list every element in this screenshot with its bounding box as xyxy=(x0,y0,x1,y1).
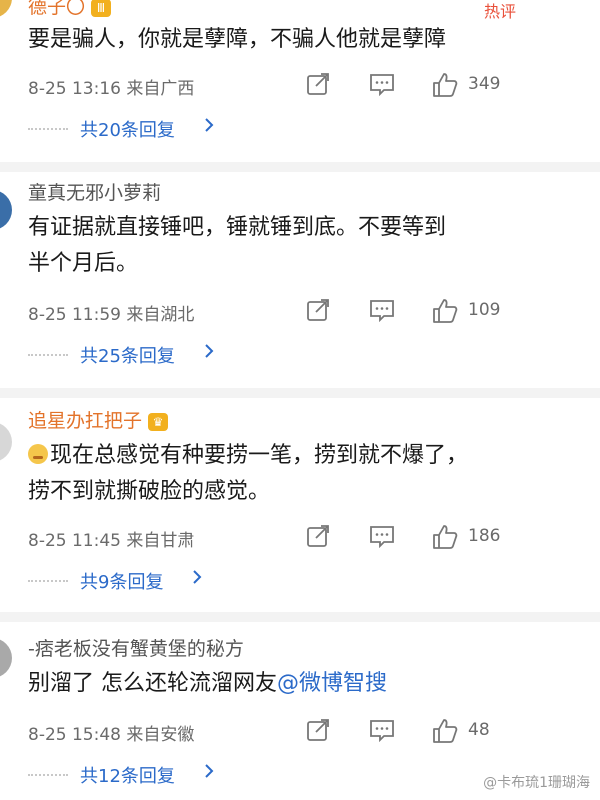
view-replies-link[interactable]: 共12条回复 xyxy=(80,762,175,788)
hot-comment-badge: 热评 xyxy=(483,2,516,21)
avatar[interactable] xyxy=(0,190,12,230)
like-count: 186 xyxy=(468,526,501,546)
replies-row: 共12条回复 xyxy=(28,762,328,790)
comment-text: 现在总感觉有种要捞一笔，捞到就不爆了， 捞不到就撕破脸的感觉。 xyxy=(28,438,528,510)
username[interactable]: 德子〇 Ⅲ xyxy=(28,0,112,19)
comment-icon[interactable] xyxy=(369,718,395,742)
share-icon[interactable] xyxy=(306,524,330,548)
comment-line: 有证据就直接锤吧，锤就锤到底。不要等到 xyxy=(28,215,447,240)
comment-line: 现在总感觉有种要捞一笔，捞到就不爆了， xyxy=(28,438,528,474)
vip-badge-icon: Ⅲ xyxy=(91,0,112,17)
comment-line: 捞不到就撕破脸的感觉。 xyxy=(28,479,271,504)
comment-line: 半个月后。 xyxy=(28,251,139,276)
like-count: 109 xyxy=(468,300,501,320)
replies-row: 共25条回复 xyxy=(28,342,328,370)
username[interactable]: 童真无邪小萝莉 xyxy=(28,178,161,205)
timestamp: 8-25 13:16 来自广西 xyxy=(28,79,195,99)
like-icon[interactable] xyxy=(432,524,458,550)
comment-line: 要是骗人，你就是孽障，不骗人他就是孽障 xyxy=(28,27,447,52)
avatar[interactable] xyxy=(0,0,12,18)
comment-meta: 8-25 13:16 来自广西 349 xyxy=(28,70,548,100)
divider-dots xyxy=(28,774,68,776)
avatar[interactable] xyxy=(0,638,12,678)
timestamp: 8-25 11:59 来自湖北 xyxy=(28,305,195,325)
mention-link[interactable]: @微博智搜 xyxy=(277,671,387,696)
share-icon[interactable] xyxy=(306,72,330,96)
chevron-right-icon[interactable] xyxy=(204,764,214,778)
share-icon[interactable] xyxy=(306,718,330,742)
username[interactable]: 追星办扛把子 ♛ xyxy=(28,406,169,433)
replies-row: 共20条回复 xyxy=(28,116,328,144)
chevron-right-icon[interactable] xyxy=(204,344,214,358)
comment-text: 要是骗人，你就是孽障，不骗人他就是孽障 xyxy=(28,22,528,58)
timestamp: 8-25 15:48 来自安徽 xyxy=(28,725,195,745)
watermark: @卡布琉1珊瑚海 xyxy=(483,775,590,791)
chevron-right-icon[interactable] xyxy=(192,570,202,584)
comment-meta: 8-25 11:59 来自湖北 109 xyxy=(28,296,548,326)
timestamp: 8-25 11:45 来自甘肃 xyxy=(28,531,195,551)
divider-dots xyxy=(28,354,68,356)
comment-meta: 8-25 11:45 来自甘肃 186 xyxy=(28,522,548,552)
divider-dots xyxy=(28,580,68,582)
emoji-icon xyxy=(28,444,48,464)
comment-icon[interactable] xyxy=(369,72,395,96)
avatar[interactable] xyxy=(0,422,12,462)
crown-badge-icon: ♛ xyxy=(148,412,169,431)
like-count: 48 xyxy=(468,720,490,740)
comment-icon[interactable] xyxy=(369,524,395,548)
divider-dots xyxy=(28,128,68,130)
comment-line: 别溜了 怎么还轮流溜网友@微博智搜 xyxy=(28,671,388,696)
view-replies-link[interactable]: 共25条回复 xyxy=(80,342,175,368)
like-icon[interactable] xyxy=(432,298,458,324)
like-icon[interactable] xyxy=(432,718,458,744)
username[interactable]: -痞老板没有蟹黄堡的秘方 xyxy=(28,634,244,661)
share-icon[interactable] xyxy=(306,298,330,322)
replies-row: 共9条回复 xyxy=(28,568,328,596)
comment-divider xyxy=(0,612,600,622)
like-icon[interactable] xyxy=(432,72,458,98)
comment-divider xyxy=(0,388,600,398)
view-replies-link[interactable]: 共20条回复 xyxy=(80,116,175,142)
comment-text: 别溜了 怎么还轮流溜网友@微博智搜 xyxy=(28,666,528,702)
comment-text: 有证据就直接锤吧，锤就锤到底。不要等到 半个月后。 xyxy=(28,210,528,282)
comment-divider xyxy=(0,162,600,172)
like-count: 349 xyxy=(468,74,501,94)
comment-meta: 8-25 15:48 来自安徽 48 xyxy=(28,716,548,746)
chevron-right-icon[interactable] xyxy=(204,118,214,132)
comment-icon[interactable] xyxy=(369,298,395,322)
view-replies-link[interactable]: 共9条回复 xyxy=(80,568,163,594)
